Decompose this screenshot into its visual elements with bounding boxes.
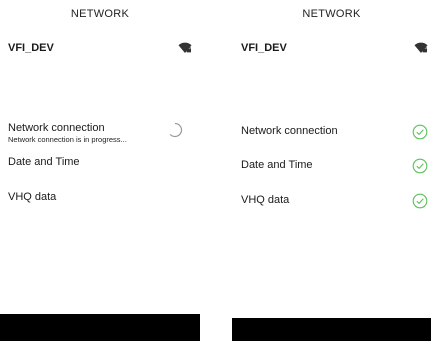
status-row-vhq-data: VHQ data <box>241 193 428 218</box>
status-row-network-connection: Network connection Network connection is… <box>8 122 192 146</box>
status-row-network-connection: Network connection <box>241 124 428 149</box>
page-title: NETWORK <box>302 8 361 20</box>
bottom-action-bar[interactable] <box>232 318 431 341</box>
status-label: Date and Time <box>241 159 313 171</box>
screen-complete: NETWORK VFI_DEV Network connection Date … <box>232 0 431 341</box>
screen-in-progress: NETWORK VFI_DEV Network connection Netwo… <box>0 0 200 341</box>
check-circle-icon <box>412 158 428 174</box>
check-circle-icon <box>412 124 428 140</box>
status-row-vhq-data: VHQ data <box>8 191 192 215</box>
wifi-network-row[interactable]: VFI_DEV <box>241 42 428 58</box>
wifi-network-row[interactable]: VFI_DEV <box>8 42 192 58</box>
status-label: Network connection <box>241 125 338 137</box>
bottom-action-bar[interactable] <box>0 314 200 341</box>
check-circle-icon <box>412 193 428 209</box>
status-label: VHQ data <box>241 194 290 206</box>
status-label: Network connection <box>8 122 105 134</box>
status-label: VHQ data <box>8 191 57 203</box>
wifi-lock-icon <box>414 42 428 53</box>
status-subtext: Network connection is in progress... <box>8 135 127 144</box>
status-row-date-time: Date and Time <box>8 156 192 180</box>
status-label: Date and Time <box>8 156 80 168</box>
wifi-lock-icon <box>178 42 192 53</box>
wifi-network-name: VFI_DEV <box>8 42 54 54</box>
wifi-network-name: VFI_DEV <box>241 42 287 54</box>
spinner-icon <box>169 122 183 138</box>
status-row-date-time: Date and Time <box>241 158 428 183</box>
page-title: NETWORK <box>70 8 130 20</box>
